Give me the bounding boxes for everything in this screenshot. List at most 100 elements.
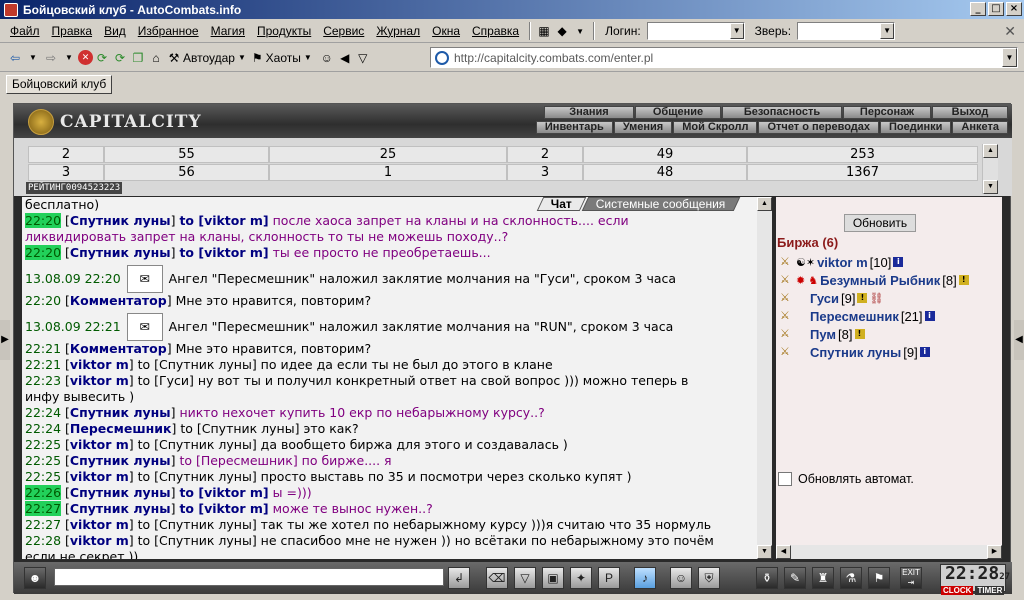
nav-character[interactable]: Персонаж [843,106,931,119]
sound-icon[interactable]: ♪ [634,567,656,589]
tab-system-messages[interactable]: Системные сообщения [581,197,740,211]
nav-skills[interactable]: Умения [613,121,673,134]
chevron-down-icon[interactable]: ▼ [729,23,744,39]
chat-nick[interactable]: viktor m [70,533,129,548]
attack-icon[interactable]: ⚔ [780,256,794,268]
eraser-icon[interactable]: ⌫ [486,567,508,589]
tab-chat[interactable]: Чат [536,197,587,211]
smile-icon[interactable]: ☺ [670,567,692,589]
chat-nick[interactable]: Пересмешник [70,421,172,436]
user-nick[interactable]: Безумный Рыбник [820,273,940,288]
scroll-up-icon[interactable]: ▲ [757,197,772,211]
address-bar[interactable]: http://capitalcity.combats.com/enter.pl … [430,47,1018,68]
refresh-all-icon[interactable]: ⟳ [111,49,129,67]
menu-view[interactable]: Вид [98,24,132,38]
menu-windows[interactable]: Окна [426,24,466,38]
map-icon[interactable]: ⚑ [868,567,890,589]
menu-products[interactable]: Продукты [251,24,317,38]
fighter-icon[interactable]: ✦ [570,567,592,589]
chevron-down-icon[interactable]: ▼ [60,49,78,67]
menu-favorites[interactable]: Избранное [132,24,205,38]
forward-icon[interactable]: ⇨ [42,49,60,67]
sound-icon[interactable]: ◀ [336,49,354,67]
autoudar-button[interactable]: Автоудар ▼ [183,51,246,65]
home-icon[interactable]: ⌂ [147,49,165,67]
warning-icon[interactable]: ! [958,275,969,285]
chevron-down-icon[interactable]: ▼ [880,23,895,39]
scroll-down-icon[interactable]: ▼ [757,545,772,559]
login-select[interactable]: ▼ [646,22,745,40]
chat-nick[interactable]: Спутник луны [70,453,171,468]
chat-nick[interactable]: Спутник луны [70,405,171,420]
chat-nick[interactable]: Комментатор [70,341,167,356]
attack-icon[interactable]: ⚔ [780,328,794,340]
autorefresh-checkbox[interactable] [778,472,792,486]
panel-hscrollbar[interactable]: ◀ ▶ [776,545,1002,559]
chat-nick[interactable]: viktor m [70,373,129,388]
potion-icon[interactable]: ⚱ [756,567,778,589]
tools-icon[interactable]: ⚒ [165,49,183,67]
filter-icon[interactable]: ▽ [514,567,536,589]
bag-icon[interactable]: ⚗ [840,567,862,589]
beast-select[interactable]: ▼ [797,22,896,40]
chat-nick[interactable]: Спутник луны [70,501,171,516]
menu-journal[interactable]: Журнал [370,24,426,38]
attack-icon[interactable]: ⚔ [780,274,794,286]
send-icon[interactable]: ↲ [448,567,470,589]
attack-icon[interactable]: ⚔ [780,292,794,304]
chat-recipient[interactable]: to [viktor m] [179,245,268,260]
right-arrow-icon[interactable]: ◀ [1014,320,1024,360]
chat-nick[interactable]: Спутник луны [70,245,171,260]
scroll-up-icon[interactable]: ▲ [983,144,998,158]
autorefresh-option[interactable]: Обновлять автомат. [778,472,914,486]
grid-icon[interactable]: ▦ [535,22,553,40]
scroll-left-icon[interactable]: ◀ [776,545,791,559]
copy-icon[interactable]: ❐ [129,49,147,67]
refresh-button[interactable]: Обновить [844,214,916,232]
left-arrow-icon[interactable]: ▶ [0,320,10,360]
rating-scrollbar[interactable]: ▲ ▼ [982,144,998,194]
nav-my-scroll[interactable]: Мой Скролл [673,121,758,134]
chat-nick[interactable]: viktor m [70,357,129,372]
info-icon[interactable]: i [893,257,904,267]
chevron-down-icon[interactable]: ▼ [1002,48,1017,67]
nav-inventory[interactable]: Инвентарь [535,121,613,134]
scroll-right-icon[interactable]: ▶ [987,545,1002,559]
menu-edit[interactable]: Правка [46,24,99,38]
nav-exit[interactable]: Выход [932,106,1008,119]
menu-help[interactable]: Справка [466,24,525,38]
save-icon[interactable]: ▣ [542,567,564,589]
character-icon[interactable]: ☺ [318,49,336,67]
chat-recipient[interactable]: to [viktor m] [179,485,268,500]
minimize-button[interactable]: _ [970,2,986,16]
info-icon[interactable]: i [919,347,930,357]
nav-security[interactable]: Безопасность [722,106,842,119]
chat-recipient[interactable]: to [viktor m] [179,501,268,516]
chat-nick[interactable]: Комментатор [70,293,167,308]
private-icon[interactable]: P [598,567,620,589]
filter-icon[interactable]: ▽ [354,49,372,67]
back-icon[interactable]: ⇦ [6,49,24,67]
close-button[interactable]: × [1006,2,1022,16]
amulet-icon[interactable]: ◆ [553,22,571,40]
helmet-icon[interactable]: ⛨ [698,567,720,589]
warning-icon[interactable]: ! [854,329,865,339]
chat-nick[interactable]: viktor m [70,469,129,484]
attack-icon[interactable]: ⚔ [780,346,794,358]
refresh-icon[interactable]: ⟳ [93,49,111,67]
chat-nick[interactable]: viktor m [70,517,129,532]
group-icon[interactable]: ♜ [812,567,834,589]
stop-icon[interactable]: ✕ [78,50,93,65]
user-nick[interactable]: Спутник луны [810,345,901,360]
scroll-down-icon[interactable]: ▼ [983,180,998,194]
chat-recipient[interactable]: to [viktor m] [179,213,268,228]
nav-fights[interactable]: Поединки [880,121,952,134]
user-nick[interactable]: Пум [810,327,836,342]
chat-nick[interactable]: Спутник луны [70,485,171,500]
exit-icon[interactable]: EXIT ⇥ [900,567,922,589]
chat-nick[interactable]: viktor m [70,437,129,452]
user-nick[interactable]: Гуси [810,291,839,306]
chat-scrollbar[interactable]: ▲ ▼ [757,197,772,559]
nav-communication[interactable]: Общение [635,106,721,119]
user-nick[interactable]: viktor m [817,255,868,270]
